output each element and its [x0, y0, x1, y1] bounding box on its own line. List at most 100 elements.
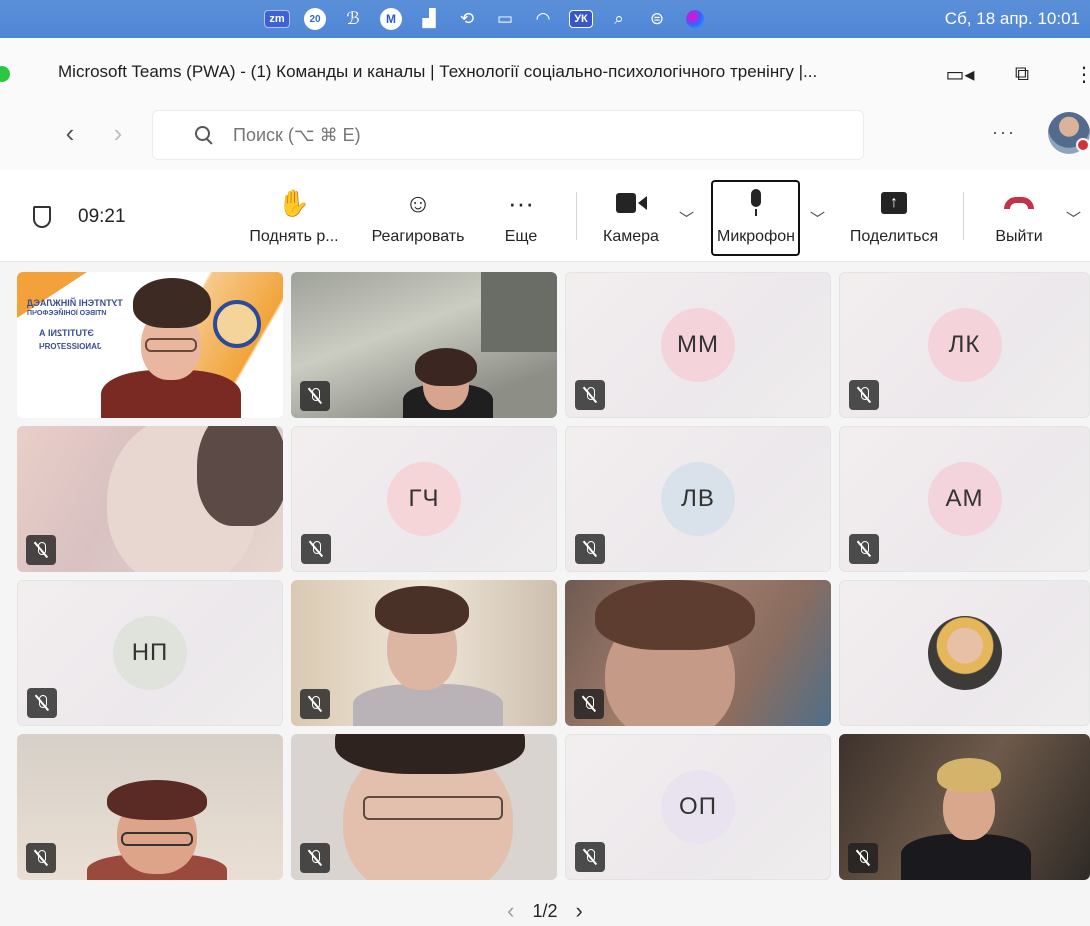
stocks-status-icon[interactable]: ▟: [410, 0, 448, 38]
extensions-icon[interactable]: ⧉: [1006, 58, 1038, 90]
share-button[interactable]: ↑ Поделиться: [842, 188, 946, 250]
participant-hair: [197, 426, 283, 526]
slide-text-line: ИТІВЄО ЇОНІЙЄЄФОЧП: [27, 310, 107, 317]
participant-initials-avatar: ММ: [661, 308, 735, 382]
window-zoom-button[interactable]: [0, 66, 10, 82]
participant-tile-video[interactable]: [17, 426, 283, 572]
teams-search-row: ‹ › ···: [0, 100, 1090, 170]
participant-tile-initials[interactable]: ГЧ: [291, 426, 557, 572]
microphone-muted-icon: [575, 842, 605, 872]
siri-orb-icon: [686, 10, 704, 28]
leave-options-chevron-icon[interactable]: ﹀: [1066, 208, 1081, 229]
siri-icon[interactable]: [676, 0, 714, 38]
participant-photo-avatar: [927, 616, 1002, 690]
forward-arrow-icon[interactable]: ›: [104, 118, 132, 149]
participant-tile-initials[interactable]: НП: [17, 580, 283, 726]
spotlight-search-icon[interactable]: ⌕: [600, 0, 638, 38]
participant-initials-avatar: ЛВ: [661, 462, 735, 536]
raise-hand-button[interactable]: ✋ Поднять р...: [244, 188, 344, 250]
react-button[interactable]: ☺ Реагировать: [363, 188, 473, 250]
participant-initials-avatar: НП: [113, 616, 187, 690]
back-arrow-icon[interactable]: ‹: [56, 118, 84, 149]
battery-status-icon[interactable]: ▭: [486, 0, 524, 38]
presenter-hair: [133, 278, 211, 328]
participant-initials-avatar: ГЧ: [387, 462, 461, 536]
participant-tile-initials[interactable]: ММ: [565, 272, 831, 418]
participant-glasses: [121, 832, 193, 846]
keyboard-language-icon[interactable]: УК: [562, 0, 600, 38]
search-input[interactable]: [233, 124, 833, 146]
participant-tile-video[interactable]: [565, 580, 831, 726]
participant-video-grid: ТУТИТЄНІ ЙІНЖЛАЄД ИТІВЄО ЇОНІЙЄЄФОЧП ЭТU…: [17, 272, 1090, 882]
participant-glasses: [363, 796, 503, 820]
participant-initials-avatar: ОП: [661, 770, 735, 844]
zoom-status-icon[interactable]: zm: [258, 0, 296, 38]
gallery-pager: ‹ 1/2 ›: [0, 896, 1090, 926]
presenter-glasses: [145, 338, 197, 352]
toolbar-divider: [963, 192, 964, 240]
more-actions-button[interactable]: ··· Еще: [494, 188, 548, 250]
calendar-status-icon[interactable]: 20: [296, 0, 334, 38]
participant-tile-video[interactable]: [291, 734, 557, 880]
microphone-muted-icon: [27, 688, 57, 718]
participant-initials-avatar: АМ: [927, 462, 1002, 536]
participant-hair: [595, 580, 755, 650]
shield-icon[interactable]: [33, 206, 51, 228]
participant-body: [901, 834, 1031, 880]
microphone-button[interactable]: Микрофон: [712, 188, 800, 250]
window-menu-icon[interactable]: ⋮: [1068, 58, 1090, 90]
microphone-icon: [748, 189, 764, 217]
microphone-muted-icon: [26, 535, 56, 565]
menu-bar-status-icons: zm 20 ℬ M ▟ ⟲ ▭ ◠ УК ⌕ ⊜: [258, 0, 714, 38]
page-indicator: 1/2: [532, 900, 558, 921]
microphone-muted-icon: [575, 380, 605, 410]
microphone-muted-icon: [849, 380, 879, 410]
microphone-muted-icon: [300, 381, 330, 411]
participant-tile-initials[interactable]: ЛК: [839, 272, 1090, 418]
more-options-icon[interactable]: ···: [992, 122, 1016, 143]
previous-page-icon[interactable]: ‹: [507, 898, 514, 924]
participant-tile-video[interactable]: [839, 734, 1090, 880]
microphone-muted-icon: [26, 843, 56, 873]
raise-hand-icon: ✋: [277, 187, 311, 218]
camera-options-chevron-icon[interactable]: ﹀: [679, 208, 694, 229]
camera-button[interactable]: Камера: [596, 188, 666, 250]
mail-status-icon[interactable]: M: [372, 0, 410, 38]
microphone-muted-icon: [848, 843, 878, 873]
participant-tile-video[interactable]: [17, 734, 283, 880]
participant-hair: [107, 780, 207, 820]
script-status-icon[interactable]: ℬ: [334, 0, 372, 38]
participant-tile-initials[interactable]: АМ: [839, 426, 1090, 572]
macos-menu-bar: zm 20 ℬ M ▟ ⟲ ▭ ◠ УК ⌕ ⊜ Сб, 18 апр. 10:…: [0, 0, 1090, 38]
microphone-muted-icon: [575, 534, 605, 564]
participant-tile-photo[interactable]: [839, 580, 1090, 726]
video-record-icon[interactable]: ▭◂: [944, 58, 976, 90]
participant-hair: [375, 586, 469, 634]
participant-hair: [937, 758, 1001, 792]
search-box[interactable]: [152, 110, 864, 160]
microphone-muted-icon: [574, 689, 604, 719]
participant-initials-avatar: ЛК: [927, 308, 1002, 382]
participant-tile-initials[interactable]: ОП: [565, 734, 831, 880]
camera-icon: [616, 193, 647, 213]
presence-busy-icon: [1076, 138, 1090, 152]
institute-logo-icon: [213, 300, 261, 348]
microphone-muted-icon: [301, 534, 331, 564]
share-screen-icon: ↑: [881, 192, 907, 214]
microphone-options-chevron-icon[interactable]: ﹀: [810, 208, 825, 229]
leave-button[interactable]: Выйти: [988, 188, 1050, 250]
control-center-icon[interactable]: ⊜: [638, 0, 676, 38]
participant-tile-video[interactable]: [291, 580, 557, 726]
wifi-status-icon[interactable]: ◠: [524, 0, 562, 38]
search-icon: [195, 126, 213, 144]
window-title: Microsoft Teams (PWA) - (1) Команды и ка…: [58, 62, 818, 81]
participant-tile-initials[interactable]: ЛВ: [565, 426, 831, 572]
menu-bar-clock[interactable]: Сб, 18 апр. 10:01: [945, 0, 1080, 38]
participant-body: [353, 684, 503, 726]
history-status-icon[interactable]: ⟲: [448, 0, 486, 38]
hang-up-icon: [1004, 197, 1034, 209]
next-page-icon[interactable]: ›: [576, 898, 583, 924]
participant-hair: [415, 348, 477, 386]
participant-tile-video[interactable]: [291, 272, 557, 418]
participant-tile-presenter[interactable]: ТУТИТЄНІ ЙІНЖЛАЄД ИТІВЄО ЇОНІЙЄЄФОЧП ЭТU…: [17, 272, 283, 418]
